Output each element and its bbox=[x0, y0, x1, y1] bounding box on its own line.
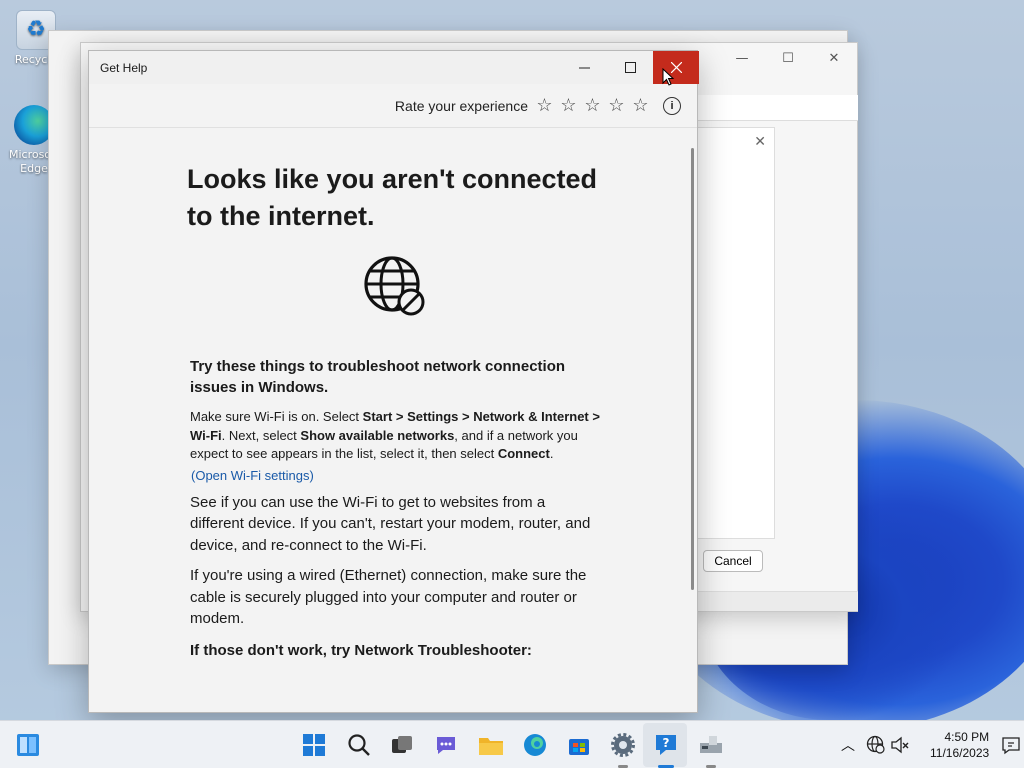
gear-icon bbox=[611, 733, 635, 757]
mouse-cursor-icon bbox=[662, 68, 675, 86]
maximize-icon[interactable]: ☐ bbox=[765, 43, 811, 75]
folder-icon bbox=[479, 738, 503, 755]
svg-text:?: ? bbox=[663, 736, 670, 750]
system-tray: ︿ 4:50 PM 11/16/2023 bbox=[838, 721, 1021, 768]
divider bbox=[89, 127, 697, 128]
bg-window-footer bbox=[681, 591, 858, 611]
settings-button[interactable] bbox=[609, 731, 637, 759]
edge-icon bbox=[524, 734, 546, 756]
clock-time: 4:50 PM bbox=[944, 730, 990, 744]
clock[interactable]: 4:50 PM 11/16/2023 bbox=[930, 729, 989, 761]
star-rating-5[interactable]: ☆ bbox=[631, 95, 650, 116]
minimize-button[interactable] bbox=[561, 51, 607, 84]
teams-chat-button[interactable] bbox=[432, 731, 460, 759]
rate-experience: Rate your experience ☆ ☆ ☆ ☆ ☆ i bbox=[395, 95, 681, 116]
maximize-icon bbox=[624, 62, 636, 73]
open-wifi-settings-link[interactable]: (Open Wi-Fi settings) bbox=[191, 468, 617, 483]
wifi-instructions: Make sure Wi-Fi is on. Select Start > Se… bbox=[190, 409, 600, 461]
minimize-icon[interactable]: — bbox=[719, 43, 765, 75]
windows-logo-icon bbox=[303, 734, 325, 756]
help-content: Looks like you aren't connected to the i… bbox=[187, 161, 617, 661]
other-device-paragraph: See if you can use the Wi-Fi to get to w… bbox=[190, 493, 591, 554]
close-icon[interactable]: ✕ bbox=[811, 43, 857, 75]
get-help-window[interactable]: Get Help Rate your experience ☆ ☆ ☆ ☆ ☆ … bbox=[88, 50, 699, 713]
bg-window-controls: — ☐ ✕ bbox=[719, 43, 857, 75]
computer-icon bbox=[700, 736, 722, 753]
cancel-button[interactable]: Cancel bbox=[703, 550, 763, 572]
widgets-icon bbox=[17, 734, 39, 756]
rate-label: Rate your experience bbox=[394, 97, 528, 114]
bg-window-field bbox=[681, 95, 858, 121]
wired-connection-paragraph: If you're using a wired (Ethernet) conne… bbox=[190, 567, 587, 627]
info-icon[interactable]: i bbox=[663, 96, 681, 115]
start-button[interactable] bbox=[300, 731, 328, 759]
chevron-up-icon[interactable]: ︿ bbox=[838, 735, 858, 755]
store-button[interactable] bbox=[565, 731, 593, 759]
app-taskbar-button[interactable] bbox=[697, 731, 725, 759]
close-icon[interactable]: ✕ bbox=[754, 134, 766, 150]
troubleshooter-heading: If those don't work, try Network Trouble… bbox=[190, 641, 532, 659]
store-icon bbox=[569, 739, 589, 755]
minimize-icon bbox=[578, 67, 590, 69]
star-rating-1[interactable]: ☆ bbox=[535, 95, 554, 116]
edge-button[interactable] bbox=[521, 731, 549, 759]
close-button[interactable] bbox=[653, 51, 699, 84]
search-icon bbox=[348, 734, 370, 756]
star-rating-4[interactable]: ☆ bbox=[607, 95, 626, 116]
file-explorer-button[interactable] bbox=[477, 731, 505, 759]
taskbar: ? ︿ 4:50 PM 11/16/2023 bbox=[0, 720, 1024, 768]
widgets-button[interactable] bbox=[14, 731, 42, 759]
star-rating-3[interactable]: ☆ bbox=[583, 95, 602, 116]
notification-icon[interactable] bbox=[1001, 735, 1021, 755]
get-help-taskbar-button[interactable]: ? bbox=[652, 731, 680, 759]
clock-date: 11/16/2023 bbox=[930, 746, 990, 760]
task-view-icon bbox=[392, 736, 412, 753]
maximize-button[interactable] bbox=[607, 51, 653, 84]
get-help-icon: ? bbox=[656, 735, 676, 755]
globe-no-connection-icon bbox=[364, 256, 425, 316]
network-globe-icon[interactable] bbox=[866, 735, 886, 755]
task-view-button[interactable] bbox=[388, 731, 416, 759]
star-rating-2[interactable]: ☆ bbox=[559, 95, 578, 116]
volume-muted-icon[interactable] bbox=[890, 735, 910, 755]
chat-icon bbox=[437, 737, 455, 754]
page-title: Looks like you aren't connected to the i… bbox=[187, 164, 598, 231]
scrollbar[interactable] bbox=[691, 148, 694, 590]
search-button[interactable] bbox=[345, 731, 373, 759]
troubleshoot-heading: Try these things to troubleshoot network… bbox=[190, 358, 566, 396]
window-title: Get Help bbox=[100, 60, 148, 75]
